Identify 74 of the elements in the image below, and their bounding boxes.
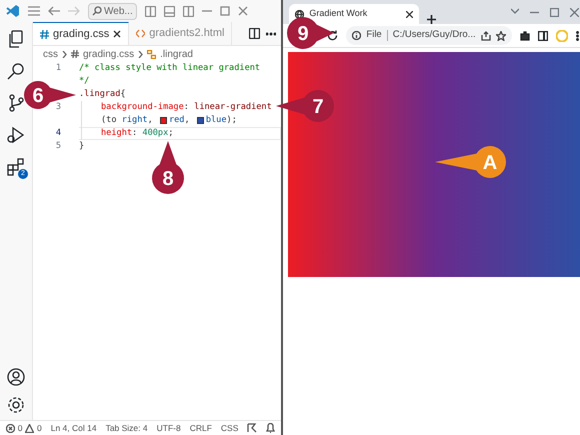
breadcrumb[interactable]: .lingrad (160, 46, 193, 62)
code-punctuation: ); (226, 114, 237, 127)
layout-sidebar-icon[interactable] (144, 6, 156, 16)
info-icon (352, 31, 362, 40)
callout-marker: 7 (276, 90, 334, 122)
close-icon[interactable] (406, 10, 414, 18)
layout-panel-icon[interactable] (164, 6, 175, 16)
code-line: .lingrad{ (79, 88, 127, 101)
globe-icon (295, 10, 304, 18)
code-punctuation: , (148, 114, 154, 127)
callout-marker: 8 (152, 141, 184, 194)
search-icon (92, 6, 102, 16)
status-item[interactable]: Tab Size: 4 (106, 422, 148, 434)
settings-icon[interactable] (7, 396, 25, 414)
source-control-icon[interactable] (7, 94, 25, 112)
editor-tab[interactable]: grading.css (33, 22, 130, 45)
line-number: 4 (54, 127, 62, 140)
code-line: } (79, 140, 86, 153)
code-punctuation: (to (101, 114, 118, 127)
line-number: 5 (54, 140, 62, 153)
breadcrumb[interactable]: css (43, 46, 58, 62)
new-tab-icon[interactable] (427, 15, 436, 24)
line-number: 1 (54, 62, 62, 75)
callout-marker: A (435, 146, 506, 178)
search-icon[interactable] (7, 62, 25, 80)
layout-split-icon[interactable] (182, 6, 194, 16)
share-icon[interactable] (480, 30, 491, 40)
code-punctuation: , (184, 114, 191, 127)
menu-icon[interactable] (28, 6, 40, 16)
back-arrow-icon[interactable] (48, 6, 60, 16)
code-keyword: red (168, 114, 184, 127)
browser-tab[interactable]: Gradient Work (289, 4, 420, 24)
code-icon (136, 29, 146, 38)
symbol-icon (147, 50, 156, 58)
account-icon[interactable] (7, 368, 25, 386)
close-icon[interactable] (113, 30, 122, 38)
warning-count[interactable]: 0 (36, 422, 42, 434)
files-icon[interactable] (7, 30, 25, 48)
split-editor-icon[interactable] (249, 28, 260, 39)
code-line: height: 400px; (79, 127, 282, 140)
code-keyword: right (122, 114, 148, 127)
run-debug-icon[interactable] (7, 126, 25, 144)
chevron-icon (138, 50, 144, 58)
error-count[interactable]: 0 (18, 422, 22, 434)
chevron-icon (62, 50, 67, 58)
maximize-icon[interactable] (550, 8, 560, 16)
extensions-icon[interactable] (7, 158, 25, 176)
code-line: */ (79, 75, 90, 88)
side-panel-icon[interactable] (538, 30, 548, 40)
chevron-down-icon[interactable] (511, 8, 520, 16)
bell-icon[interactable] (266, 423, 276, 433)
breadcrumb[interactable]: grading.css (83, 46, 134, 62)
hash-icon (71, 50, 79, 58)
address-bar[interactable]: File C:/Users/Guy/Dro... (346, 26, 512, 45)
warning-icon[interactable] (25, 424, 34, 432)
status-item[interactable]: CRLF (190, 422, 212, 434)
editor-logo-icon (6, 4, 20, 18)
reload-icon[interactable] (327, 30, 338, 41)
more-icon[interactable] (576, 30, 579, 40)
line-number: 3 (54, 101, 62, 114)
error-icon[interactable] (6, 424, 15, 432)
extensions-puzzle-icon[interactable] (520, 30, 530, 40)
maximize-icon[interactable] (220, 6, 230, 16)
status-item[interactable]: Ln 4, Col 14 (50, 422, 97, 434)
status-item[interactable]: UTF-8 (156, 422, 181, 434)
code-keyword: blue (206, 114, 227, 127)
callout-marker: 9 (287, 17, 334, 49)
search-field[interactable]: Web... (88, 2, 137, 20)
feedback-icon[interactable] (247, 423, 258, 433)
star-icon[interactable] (496, 30, 506, 40)
hash-icon (40, 30, 49, 38)
more-icon[interactable] (266, 32, 276, 36)
code-line: /* class style with linear gradient (79, 62, 262, 75)
status-item[interactable]: CSS (220, 422, 238, 434)
